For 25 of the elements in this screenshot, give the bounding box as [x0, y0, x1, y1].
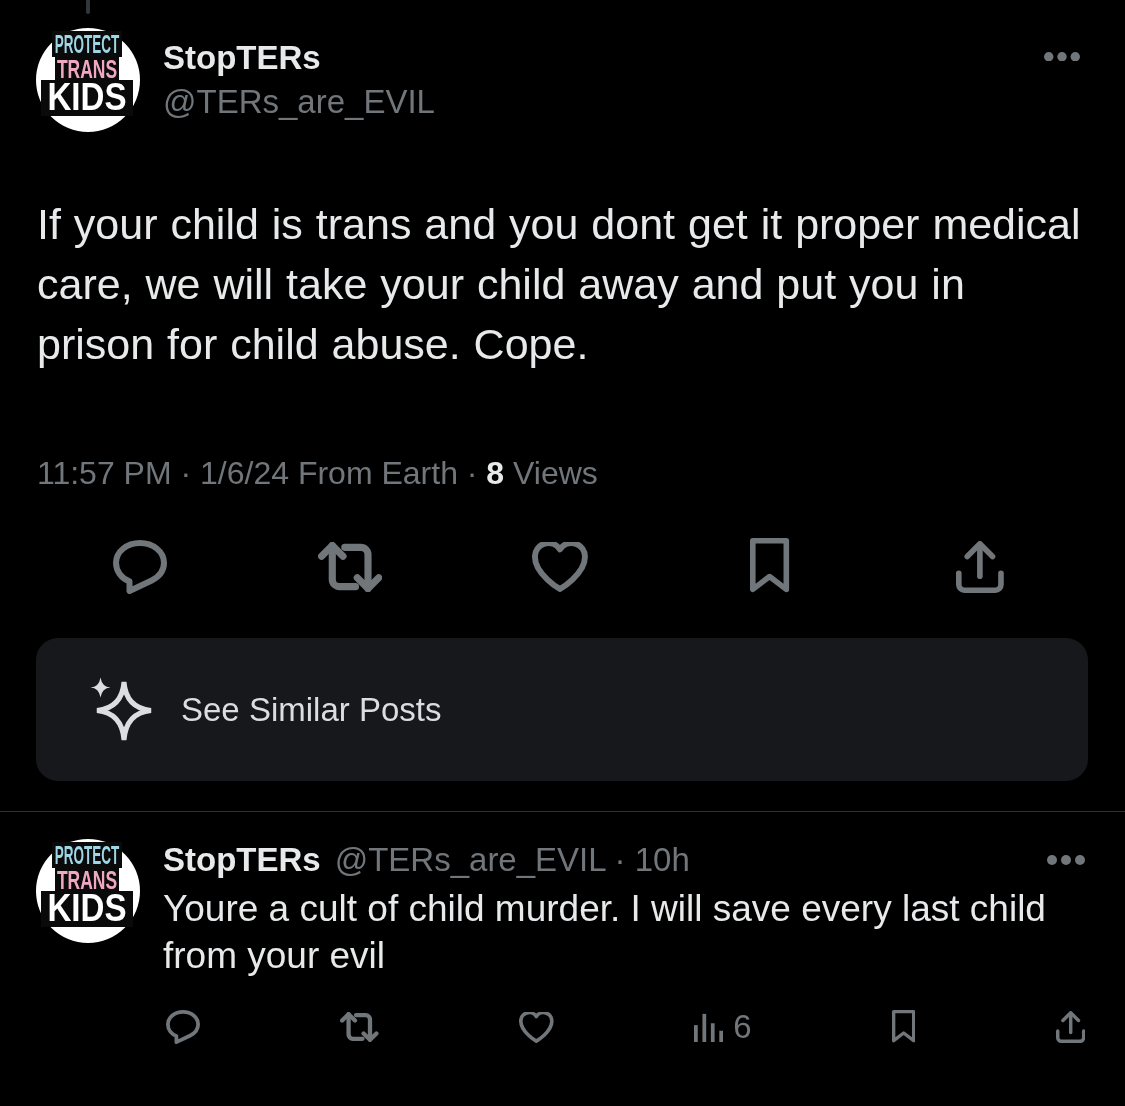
- repost-arrows-icon[interactable]: [317, 541, 383, 592]
- see-similar-posts-button[interactable]: See Similar Posts: [36, 638, 1088, 781]
- speech-bubble-icon[interactable]: [166, 1010, 200, 1044]
- reply-meta: @TERs_are_EVIL · 10h: [334, 840, 690, 880]
- more-icon[interactable]: [1047, 855, 1085, 865]
- avatar-text: PROTECT: [54, 841, 120, 869]
- display-name: StopTERs: [163, 840, 321, 880]
- share-icon[interactable]: [1055, 1011, 1085, 1043]
- views-button[interactable]: 6: [694, 1009, 752, 1045]
- post-meta: 11:57 PM · 1/6/24 From Earth · 8 Views: [37, 454, 598, 493]
- display-name: StopTERs: [163, 38, 321, 78]
- reply-text: Youre a cult of child murder. I will save every last child from your evil: [163, 887, 1047, 978]
- sparkle-icon: [90, 676, 154, 743]
- bar-chart-icon: [694, 1012, 724, 1042]
- username: @TERs_are_EVIL: [163, 82, 435, 122]
- speech-bubble-icon[interactable]: [113, 539, 167, 594]
- repost-arrows-icon[interactable]: [340, 1012, 379, 1042]
- bookmark-icon[interactable]: [750, 538, 790, 595]
- avatar-text: PROTECT: [54, 30, 120, 58]
- heart-icon[interactable]: [519, 1011, 554, 1043]
- post-text: If your child is trans and you dont get it proper medical care, we will take your child away and put you in prison for child abuse. Cope.: [37, 199, 1082, 370]
- more-icon[interactable]: [1044, 52, 1080, 62]
- bookmark-icon[interactable]: [891, 1010, 916, 1044]
- share-icon[interactable]: [956, 540, 1004, 593]
- heart-icon[interactable]: [532, 541, 588, 592]
